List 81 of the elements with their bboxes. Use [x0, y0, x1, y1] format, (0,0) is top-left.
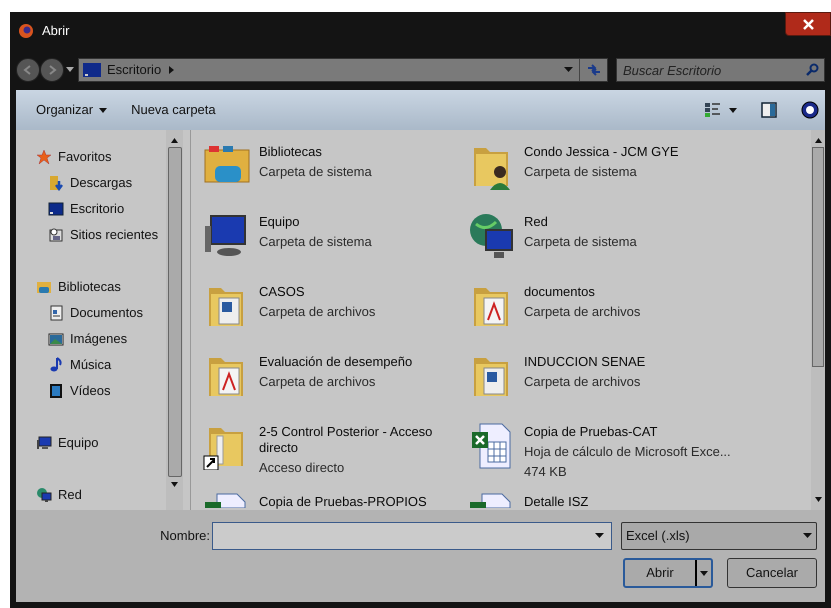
file-detail: Carpeta de sistema [524, 233, 638, 251]
file-name[interactable]: Evaluación de desempeño [259, 352, 464, 372]
file-name[interactable]: INDUCCION SENAE [524, 352, 729, 372]
window-title: Abrir [42, 22, 70, 40]
caret-icon [99, 108, 108, 112]
close-button[interactable] [785, 12, 831, 36]
sidebar-scrollbar[interactable] [166, 130, 183, 510]
file-detail: Hoja de cálculo de Microsoft Exce... [524, 443, 729, 461]
star-icon [36, 149, 52, 165]
file-detail: Carpeta de archivos [259, 373, 376, 391]
file-name-field[interactable] [212, 522, 612, 550]
split-caret-icon [700, 570, 708, 576]
dropdown-caret-icon[interactable] [595, 533, 604, 539]
desktop-icon [83, 63, 101, 77]
app-icon [18, 23, 34, 39]
file-name[interactable]: Bibliotecas [259, 142, 464, 162]
search-field[interactable]: Buscar Escritorio [616, 58, 825, 82]
file-name[interactable]: CASOS [259, 282, 464, 302]
sidebar-item[interactable]: Documentos [36, 300, 166, 326]
sidebar-item[interactable]: Red [36, 482, 166, 508]
cancel-button[interactable]: Cancelar [727, 558, 817, 588]
breadcrumb-link[interactable]: Escritorio [107, 60, 162, 80]
network-icon[interactable] [468, 212, 516, 260]
sidebar-item[interactable]: Descargas [36, 170, 166, 196]
file-name[interactable]: Condo Jessica - JCM GYE [524, 142, 729, 162]
sidebar-item[interactable]: Sitios recientes [36, 222, 166, 248]
content-scrollbar[interactable] [811, 130, 825, 510]
open-button[interactable]: Abrir [623, 558, 713, 588]
file-type-dropdown[interactable]: Excel (.xls) [621, 522, 817, 550]
file-name[interactable]: Detalle ISZ [524, 492, 729, 510]
scroll-down-icon[interactable] [814, 497, 822, 502]
library-icon [36, 279, 52, 295]
file-detail: Carpeta de sistema [259, 163, 373, 181]
refresh-icon[interactable] [586, 64, 600, 76]
breadcrumb-arrow-icon[interactable] [169, 66, 174, 74]
film-icon [48, 383, 64, 399]
file-name[interactable]: documentos [524, 282, 729, 302]
file-detail: Carpeta de archivos [524, 303, 642, 321]
picture-icon [48, 331, 64, 347]
music-note-icon [48, 357, 64, 373]
file-detail: Acceso directo [259, 459, 346, 477]
file-detail: Carpeta de sistema [524, 163, 638, 181]
sidebar-item[interactable]: Escritorio [36, 196, 166, 222]
view-icon [705, 103, 721, 117]
forward-button[interactable] [40, 58, 64, 82]
help-icon[interactable] [801, 101, 819, 119]
organize-button[interactable]: Organizar [36, 100, 108, 120]
sidebar-item[interactable]: Bibliotecas [36, 274, 166, 300]
sidebar-item[interactable]: Música [36, 352, 166, 378]
view-button[interactable] [705, 103, 737, 117]
caret-icon [729, 108, 737, 112]
file-name[interactable]: Red [524, 212, 729, 232]
file-detail: 474 KB [524, 463, 568, 481]
sidebar-item[interactable]: Equipo [36, 430, 166, 456]
network-icon [36, 487, 52, 503]
file-name[interactable]: Copia de Pruebas-PROPIOS [259, 492, 464, 510]
dropdown-caret-icon [803, 533, 812, 539]
document-icon [48, 305, 64, 321]
address-bar[interactable]: Escritorio [78, 58, 608, 82]
file-name[interactable]: 2-5 Control Posterior - Acceso directo [259, 422, 464, 458]
file-detail: Carpeta de archivos [259, 303, 376, 321]
file-name[interactable]: Equipo [259, 212, 464, 232]
new-folder-button[interactable]: Nueva carpeta [131, 100, 216, 120]
file-detail: Carpeta de sistema [259, 233, 373, 251]
back-button[interactable] [16, 58, 40, 82]
sidebar-item[interactable]: Vídeos [36, 378, 166, 404]
scroll-up-icon[interactable] [171, 138, 178, 143]
search-icon [806, 63, 819, 76]
scroll-down-icon[interactable] [171, 482, 178, 487]
sidebar-item[interactable]: Favoritos [36, 144, 166, 170]
desktop-icon [48, 201, 64, 217]
close-icon [802, 18, 814, 30]
history-caret-icon[interactable] [66, 67, 74, 73]
preview-pane-icon[interactable] [761, 102, 777, 118]
sidebar-item[interactable]: Imágenes [36, 326, 166, 352]
file-name[interactable]: Copia de Pruebas-CAT [524, 422, 729, 442]
file-detail: Carpeta de archivos [524, 373, 642, 391]
computer-icon [36, 435, 52, 451]
file-name-label: Nombre: [159, 527, 210, 546]
scroll-up-icon[interactable] [814, 138, 822, 143]
download-folder-icon [48, 175, 64, 191]
